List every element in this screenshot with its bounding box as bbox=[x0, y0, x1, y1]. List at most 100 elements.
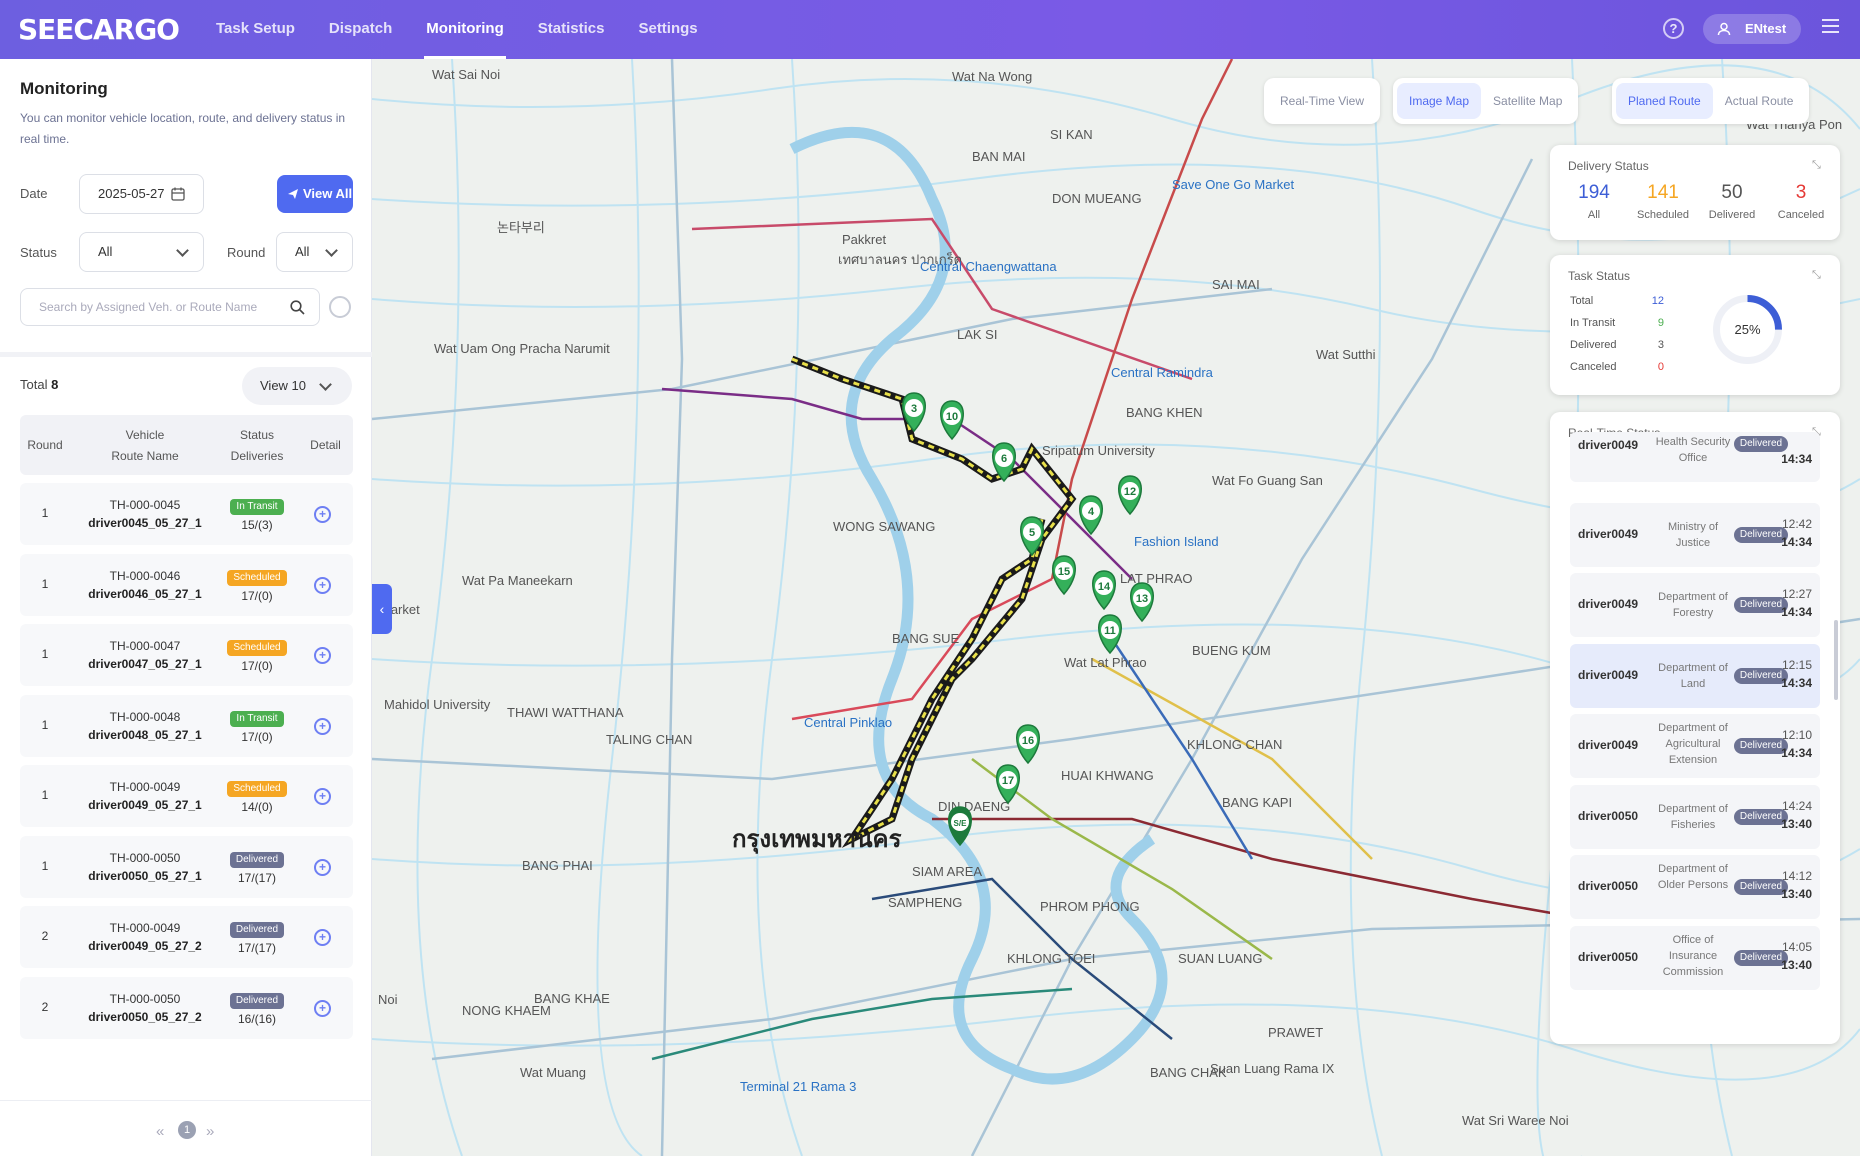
real-time-status-panel: Real-Time Status ⤡ driver0049Health Secu… bbox=[1550, 412, 1840, 1044]
next-page-icon[interactable]: » bbox=[206, 1123, 214, 1140]
row-status: Delivered 17/(17) bbox=[216, 918, 298, 958]
round-select[interactable]: All bbox=[276, 232, 353, 272]
status-select[interactable]: All bbox=[79, 232, 204, 272]
status-badge: Delivered bbox=[229, 992, 285, 1009]
route-table-row[interactable]: 2 TH-000-0050 driver0050_05_27_2 Delivered 1… bbox=[20, 976, 353, 1039]
help-icon[interactable]: ? bbox=[1663, 18, 1684, 39]
row-vehicle-plate: TH-000-0047 bbox=[109, 639, 181, 653]
map-place-label: Suan Luang Rama IX bbox=[1210, 1061, 1335, 1076]
view-all-button[interactable]: View All bbox=[277, 175, 353, 213]
detail-plus-icon[interactable]: + bbox=[314, 506, 331, 523]
real-time-view-button[interactable]: Real-Time View bbox=[1268, 83, 1376, 119]
row-round: 1 bbox=[41, 858, 49, 873]
map-place-label: THAWI WATTHANA bbox=[507, 705, 624, 720]
detail-plus-icon[interactable]: + bbox=[314, 647, 331, 664]
rt-status-badge: Delivered bbox=[1734, 597, 1788, 613]
route-table-row[interactable]: 1 TH-000-0045 driver0045_05_27_1 In Transit… bbox=[20, 483, 353, 545]
rt-time-actual: 13:40 bbox=[1781, 957, 1812, 972]
rt-driver: driver0049 bbox=[1578, 526, 1639, 541]
map-place-label: SIAM AREA bbox=[912, 864, 982, 879]
seecargo-logo[interactable]: SEECARGO bbox=[18, 13, 180, 46]
send-icon bbox=[288, 189, 298, 199]
total-count: Total 8 bbox=[20, 377, 58, 392]
detail-plus-icon[interactable]: + bbox=[314, 717, 331, 735]
nav-monitoring[interactable]: Monitoring bbox=[424, 0, 507, 59]
map-place-label: TALING CHAN bbox=[606, 732, 692, 747]
rt-status-badge: Delivered bbox=[1734, 879, 1788, 895]
row-route-name: driver0046_05_27_1 bbox=[88, 586, 202, 601]
route-table-row[interactable]: 1 TH-000-0047 driver0047_05_27_1 Scheduled 1… bbox=[20, 624, 353, 686]
rt-time-actual: 14:34 bbox=[1781, 746, 1812, 760]
rt-status-badge: Delivered bbox=[1734, 667, 1788, 684]
map-place-label: BANG PHAI bbox=[522, 858, 593, 873]
rt-destination: Department of Agricultural Extension bbox=[1658, 722, 1728, 766]
row-route-name: driver0048_05_27_1 bbox=[88, 727, 202, 742]
task-progress-percent: 25% bbox=[1734, 322, 1760, 337]
pagination: « 1 » bbox=[0, 1100, 372, 1156]
real-time-item[interactable]: driver0049 Department of Land Delivered 12:… bbox=[1570, 643, 1820, 708]
col-status: Status bbox=[239, 428, 275, 442]
row-status: Scheduled 17/(0) bbox=[216, 636, 298, 676]
detail-plus-icon[interactable]: + bbox=[314, 858, 331, 876]
detail-plus-icon[interactable]: + bbox=[314, 576, 331, 594]
rt-destination: Office of Insurance Commission bbox=[1662, 933, 1724, 978]
nav-dispatch[interactable]: Dispatch bbox=[329, 0, 392, 59]
map-place-label: SAMPHENG bbox=[888, 895, 962, 910]
map-type-toggle: Image Map Satellite Map bbox=[1393, 78, 1579, 124]
round-filter-label: Round bbox=[227, 245, 266, 260]
delivery-stat-label: Scheduled bbox=[1637, 209, 1689, 221]
route-search-input[interactable]: Search by Assigned Veh. or Route Name bbox=[20, 288, 320, 326]
row-vehicle-plate: TH-000-0048 bbox=[109, 709, 181, 724]
actual-route-button[interactable]: Actual Route bbox=[1713, 83, 1806, 119]
route-table-row[interactable]: 1 TH-000-0049 driver0049_05_27_1 Scheduled 1… bbox=[20, 765, 353, 827]
prev-page-icon[interactable]: « bbox=[156, 1123, 164, 1140]
planned-route-button[interactable]: Planed Route bbox=[1616, 83, 1713, 119]
route-table-row[interactable]: 1 TH-000-0050 driver0050_05_27_1 Delivered 1… bbox=[20, 835, 353, 898]
route-table-row[interactable]: 1 TH-000-0048 driver0048_05_27_1 In Transit… bbox=[20, 694, 353, 757]
map-place-label: Central Chaengwattana bbox=[920, 259, 1057, 274]
col-route-name: Route Name bbox=[111, 449, 179, 463]
scrollbar-thumb[interactable] bbox=[1834, 620, 1838, 700]
nav-statistics[interactable]: Statistics bbox=[538, 0, 605, 59]
delivery-stat-all: 194 All bbox=[1558, 181, 1630, 221]
map-place-label: Sripatum University bbox=[1042, 443, 1155, 458]
real-time-item[interactable]: driver0050 Department of Older Persons Del… bbox=[1570, 855, 1820, 919]
real-time-item[interactable]: driver0050 Office of Insurance Commission… bbox=[1570, 925, 1820, 990]
real-time-item[interactable]: driver0049 Ministry of Justice Delivered 12… bbox=[1570, 502, 1820, 567]
image-map-button[interactable]: Image Map bbox=[1397, 83, 1482, 119]
rt-status-badge: Delivered bbox=[1734, 808, 1788, 825]
real-time-item[interactable]: driver0050 Department of Fisheries Deliver… bbox=[1570, 784, 1820, 849]
real-time-item[interactable]: driver0049 Health Security Office Delivere… bbox=[1570, 432, 1820, 482]
collapse-icon[interactable]: ⤡ bbox=[1812, 159, 1824, 171]
user-name: ENtest bbox=[1745, 21, 1787, 36]
row-deliveries: 17/(0) bbox=[241, 588, 273, 603]
collapse-sidebar-button[interactable]: ‹ bbox=[372, 584, 392, 634]
status-select-value: All bbox=[98, 244, 113, 259]
refresh-icon[interactable] bbox=[329, 296, 351, 318]
row-status: In Transit 15/(3) bbox=[216, 495, 298, 535]
detail-plus-icon[interactable]: + bbox=[314, 929, 331, 946]
nav-task-setup[interactable]: Task Setup bbox=[216, 0, 295, 59]
hamburger-menu-icon[interactable] bbox=[1822, 19, 1839, 33]
current-page[interactable]: 1 bbox=[178, 1121, 196, 1139]
row-deliveries: 14/(0) bbox=[241, 800, 273, 814]
nav-settings[interactable]: Settings bbox=[638, 0, 697, 59]
real-time-item[interactable]: driver0049 Department of Forestry Delivere… bbox=[1570, 573, 1820, 637]
route-table-row[interactable]: 2 TH-000-0049 driver0049_05_27_2 Delivered 1… bbox=[20, 906, 353, 968]
collapse-icon[interactable]: ⤡ bbox=[1812, 269, 1824, 281]
marker-label: S/E bbox=[954, 819, 968, 828]
detail-plus-icon[interactable]: + bbox=[314, 999, 331, 1017]
date-picker[interactable]: 2025-05-27 bbox=[79, 174, 204, 214]
rt-time-actual: 14:34 bbox=[1781, 534, 1812, 549]
page-size-select[interactable]: View 10 bbox=[242, 367, 352, 405]
route-table-row[interactable]: 1 TH-000-0046 driver0046_05_27_1 Scheduled 1… bbox=[20, 553, 353, 616]
user-menu-button[interactable]: ENtest bbox=[1703, 14, 1801, 44]
detail-plus-icon[interactable]: + bbox=[314, 788, 331, 805]
calendar-icon bbox=[171, 187, 185, 201]
map-place-label: BANG KHEN bbox=[1126, 405, 1203, 420]
satellite-map-button[interactable]: Satellite Map bbox=[1481, 83, 1574, 119]
rt-destination: Department of Older Persons bbox=[1657, 863, 1729, 891]
task-stat-value: 9 bbox=[1657, 317, 1664, 329]
search-icon[interactable] bbox=[290, 300, 305, 315]
real-time-item[interactable]: driver0049 Department of Agricultural Ext… bbox=[1570, 714, 1820, 778]
